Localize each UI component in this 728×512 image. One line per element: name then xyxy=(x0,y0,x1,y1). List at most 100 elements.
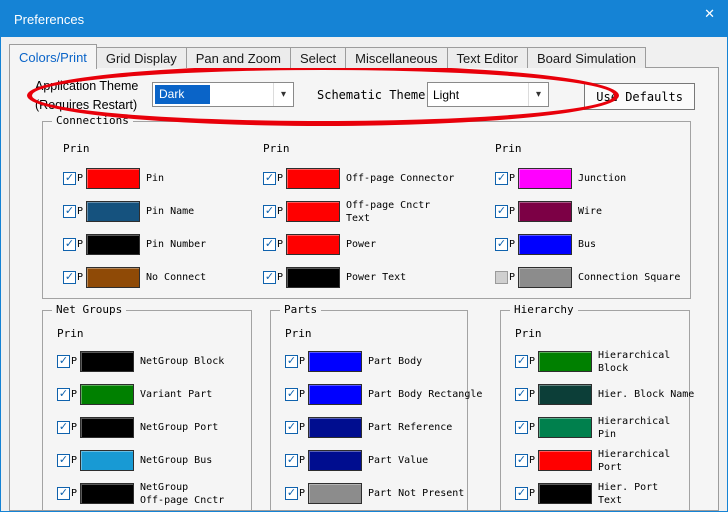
truncated-print-label: P xyxy=(277,206,286,217)
print-checkbox-part-body-rectangle[interactable]: ✓ xyxy=(285,388,298,401)
print-checkbox-pin-number[interactable]: ✓ xyxy=(63,238,76,251)
color-swatch-pin[interactable] xyxy=(86,168,140,189)
color-swatch-pin-number[interactable] xyxy=(86,234,140,255)
color-swatch-off-page-connector[interactable] xyxy=(286,168,340,189)
color-swatch-bus[interactable] xyxy=(518,234,572,255)
color-item-part-value: ✓PPart Value xyxy=(285,444,467,477)
print-checkbox-hierarchical-block[interactable]: ✓ xyxy=(515,355,528,368)
color-item-part-body-rectangle: ✓PPart Body Rectangle xyxy=(285,378,467,411)
color-swatch-part-body-rectangle[interactable] xyxy=(308,384,362,405)
color-swatch-junction[interactable] xyxy=(518,168,572,189)
color-swatch-connection-square[interactable] xyxy=(518,267,572,288)
color-swatch-hierarchical-port[interactable] xyxy=(538,450,592,471)
print-checkbox-pin[interactable]: ✓ xyxy=(63,172,76,185)
color-swatch-variant-part[interactable] xyxy=(80,384,134,405)
schematic-theme-select[interactable]: Light ▾ xyxy=(427,82,549,107)
tab-text-editor[interactable]: Text Editor xyxy=(447,47,528,68)
print-checkbox-netgroup-block[interactable]: ✓ xyxy=(57,355,70,368)
print-checkbox-hier-block-name[interactable]: ✓ xyxy=(515,388,528,401)
tab-colors-print[interactable]: Colors/Print xyxy=(9,44,97,69)
tab-grid-display[interactable]: Grid Display xyxy=(96,47,187,68)
color-item-label: Part Body Rectangle xyxy=(368,388,482,401)
print-checkbox-part-body[interactable]: ✓ xyxy=(285,355,298,368)
color-item-hierarchical-pin: ✓PHierarchical Pin xyxy=(515,411,689,444)
print-checkbox-junction[interactable]: ✓ xyxy=(495,172,508,185)
color-item-label: Part Not Present xyxy=(368,487,464,500)
print-column-header: Prin xyxy=(285,327,467,341)
print-checkbox-pin-name[interactable]: ✓ xyxy=(63,205,76,218)
color-item-hierarchical-port: ✓PHierarchical Port xyxy=(515,444,689,477)
color-item-power-text: ✓PPower Text xyxy=(263,261,495,294)
print-checkbox-part-not-present[interactable]: ✓ xyxy=(285,487,298,500)
color-swatch-off-page-cnctr-text[interactable] xyxy=(286,201,340,222)
truncated-print-label: P xyxy=(277,272,286,283)
tab-miscellaneous[interactable]: Miscellaneous xyxy=(345,47,447,68)
connections-group-title: Connections xyxy=(52,114,133,127)
color-item-label: Off-page Connector xyxy=(346,172,454,185)
truncated-print-label: P xyxy=(71,422,80,433)
net-groups-group-title: Net Groups xyxy=(52,303,126,316)
print-checkbox-part-reference[interactable]: ✓ xyxy=(285,421,298,434)
color-swatch-part-value[interactable] xyxy=(308,450,362,471)
color-swatch-part-not-present[interactable] xyxy=(308,483,362,504)
color-swatch-hierarchical-pin[interactable] xyxy=(538,417,592,438)
color-swatch-hierarchical-block[interactable] xyxy=(538,351,592,372)
print-checkbox-no-connect[interactable]: ✓ xyxy=(63,271,76,284)
color-swatch-netgroup-block[interactable] xyxy=(80,351,134,372)
color-swatch-pin-name[interactable] xyxy=(86,201,140,222)
color-item-label: Bus xyxy=(578,238,596,251)
truncated-print-label: P xyxy=(529,422,538,433)
print-checkbox-netgroup-bus[interactable]: ✓ xyxy=(57,454,70,467)
print-checkbox-power-text[interactable]: ✓ xyxy=(263,271,276,284)
print-checkbox-bus[interactable]: ✓ xyxy=(495,238,508,251)
print-checkbox-power[interactable]: ✓ xyxy=(263,238,276,251)
truncated-print-label: P xyxy=(77,173,86,184)
color-swatch-netgroup-bus[interactable] xyxy=(80,450,134,471)
color-item-hierarchical-block: ✓PHierarchical Block xyxy=(515,345,689,378)
print-checkbox-hierarchical-port[interactable]: ✓ xyxy=(515,454,528,467)
truncated-print-label: P xyxy=(77,239,86,250)
color-item-label: Hier. Port Text xyxy=(598,481,658,507)
tab-board-simulation[interactable]: Board Simulation xyxy=(527,47,646,68)
print-checkbox-netgroup-port[interactable]: ✓ xyxy=(57,421,70,434)
color-swatch-hier-block-name[interactable] xyxy=(538,384,592,405)
print-checkbox-hierarchical-pin[interactable]: ✓ xyxy=(515,421,528,434)
color-item-label: Part Reference xyxy=(368,421,452,434)
truncated-print-label: P xyxy=(71,488,80,499)
print-checkbox-hier-port-text[interactable]: ✓ xyxy=(515,487,528,500)
truncated-print-label: P xyxy=(509,206,518,217)
truncated-print-label: P xyxy=(529,389,538,400)
print-checkbox-off-page-cnctr-text[interactable]: ✓ xyxy=(263,205,276,218)
color-item-label: No Connect xyxy=(146,271,206,284)
application-theme-select[interactable]: Dark ▾ xyxy=(152,82,294,107)
tab-select[interactable]: Select xyxy=(290,47,346,68)
chevron-down-icon[interactable]: ▾ xyxy=(528,83,548,106)
print-checkbox-wire[interactable]: ✓ xyxy=(495,205,508,218)
print-checkbox-connection-square[interactable] xyxy=(495,271,508,284)
color-swatch-power[interactable] xyxy=(286,234,340,255)
color-item-pin-number: ✓PPin Number xyxy=(63,228,263,261)
print-checkbox-variant-part[interactable]: ✓ xyxy=(57,388,70,401)
color-swatch-netgroup-port[interactable] xyxy=(80,417,134,438)
hierarchy-group-title: Hierarchy xyxy=(510,303,578,316)
print-checkbox-netgroup-off-page-cnctr[interactable]: ✓ xyxy=(57,487,70,500)
color-item-label: Hierarchical Block xyxy=(598,349,670,375)
color-item-label: NetGroup Bus xyxy=(140,454,212,467)
color-swatch-no-connect[interactable] xyxy=(86,267,140,288)
use-defaults-button[interactable]: Use Defaults xyxy=(584,83,695,110)
tab-pan-and-zoom[interactable]: Pan and Zoom xyxy=(186,47,291,68)
print-checkbox-part-value[interactable]: ✓ xyxy=(285,454,298,467)
color-swatch-power-text[interactable] xyxy=(286,267,340,288)
color-item-hier-block-name: ✓PHier. Block Name xyxy=(515,378,689,411)
print-checkbox-off-page-connector[interactable]: ✓ xyxy=(263,172,276,185)
print-column-header: Prin xyxy=(495,142,685,156)
color-swatch-netgroup-off-page-cnctr[interactable] xyxy=(80,483,134,504)
titlebar[interactable]: Preferences ✕ xyxy=(1,1,727,37)
color-swatch-part-reference[interactable] xyxy=(308,417,362,438)
color-item-label: NetGroup Port xyxy=(140,421,218,434)
color-swatch-wire[interactable] xyxy=(518,201,572,222)
color-swatch-part-body[interactable] xyxy=(308,351,362,372)
chevron-down-icon[interactable]: ▾ xyxy=(273,83,293,106)
close-icon[interactable]: ✕ xyxy=(704,6,715,22)
color-swatch-hier-port-text[interactable] xyxy=(538,483,592,504)
